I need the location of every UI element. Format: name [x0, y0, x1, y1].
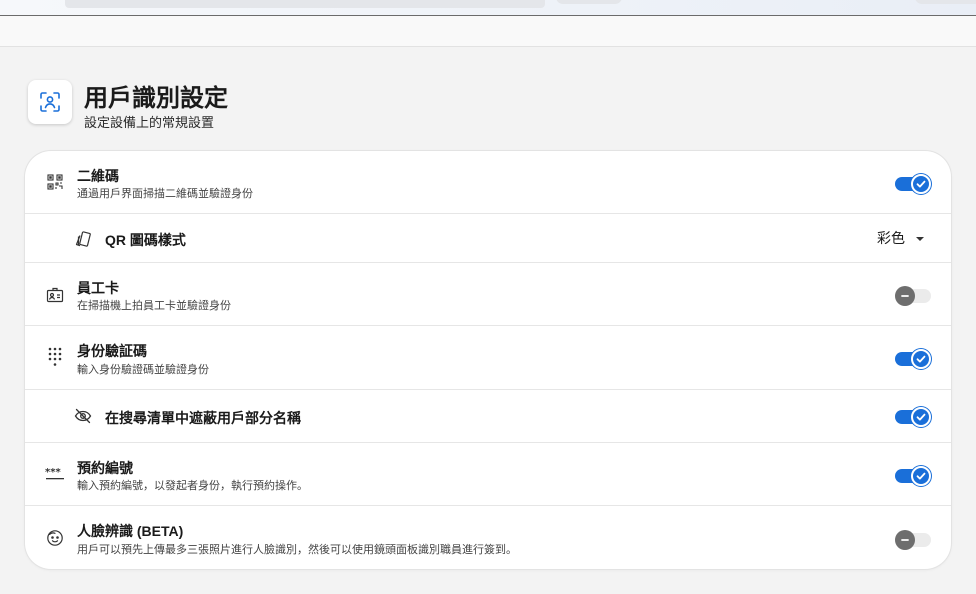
setting-label: 預約編號	[77, 460, 133, 476]
setting-row-badge: 員工卡 在掃描機上拍員工卡並驗證身份	[25, 263, 951, 326]
password-dots-icon: ***	[45, 464, 65, 484]
setting-description: 在掃描機上拍員工卡並驗證身份	[77, 300, 231, 312]
pin-toggle[interactable]	[895, 347, 931, 371]
qr-toggle[interactable]	[895, 172, 931, 196]
setting-row-face: 人臉辨識 (BETA) 用戶可以預先上傳最多三張照片進行人臉識別，然後可以使用鏡…	[25, 506, 951, 569]
mask-names-toggle[interactable]	[895, 405, 931, 429]
setting-label: 人臉辨識 (BETA)	[77, 523, 184, 539]
minus-icon	[895, 286, 915, 306]
minus-icon	[895, 530, 915, 550]
setting-description: 用戶可以預先上傳最多三張照片進行人臉識別，然後可以使用鏡頭面板識別職員進行簽到。	[77, 544, 517, 556]
setting-label: 員工卡	[77, 280, 119, 296]
style-cards-icon	[73, 229, 93, 249]
eye-off-icon	[73, 406, 93, 426]
sub-toolbar	[0, 16, 976, 47]
qr-style-dropdown[interactable]: 彩色	[877, 228, 925, 248]
checkmark-icon	[911, 349, 931, 369]
search-bar[interactable]	[65, 0, 545, 8]
setting-description: 通過用戶界面掃描二維碼並驗證身份	[77, 188, 253, 200]
checkmark-icon	[911, 466, 931, 486]
toolbar-button[interactable]	[556, 0, 622, 4]
booking-toggle[interactable]	[895, 464, 931, 488]
caret-down-icon	[915, 229, 925, 247]
setting-description: 輸入身份驗證碼並驗證身份	[77, 364, 209, 376]
dropdown-value: 彩色	[877, 230, 905, 246]
badge-toggle[interactable]	[895, 284, 931, 308]
setting-label: 在搜尋清單中遮蔽用戶部分名稱	[105, 410, 301, 426]
setting-row-booking: *** 預約編號 輸入預約編號，以發起者身份，執行預約操作。	[25, 443, 951, 506]
setting-label: 二維碼	[77, 168, 119, 184]
checkmark-icon	[911, 174, 931, 194]
id-card-icon	[45, 285, 65, 305]
setting-description: 輸入預約編號，以發起者身份，執行預約操作。	[77, 480, 308, 492]
setting-row-qr: 二維碼 通過用戶界面掃描二維碼並驗證身份	[25, 151, 951, 214]
page-title: 用戶識別設定	[84, 85, 228, 112]
top-toolbar	[0, 0, 976, 16]
qr-code-icon	[45, 172, 65, 192]
setting-row-qr-style: QR 圖碼樣式 彩色	[25, 214, 951, 263]
user-scan-icon	[28, 80, 72, 124]
face-icon	[45, 528, 65, 548]
settings-card: 二維碼 通過用戶界面掃描二維碼並驗證身份 QR 圖碼樣式 彩色 員工卡 在掃描機…	[25, 151, 951, 569]
toolbar-button[interactable]	[915, 0, 976, 4]
page-header: 用戶識別設定 設定設備上的常規設置	[28, 78, 628, 134]
setting-row-pin: 身份驗証碼 輸入身份驗證碼並驗證身份	[25, 326, 951, 390]
svg-text:***: ***	[45, 467, 61, 478]
keypad-icon	[45, 347, 65, 367]
setting-row-mask-names: 在搜尋清單中遮蔽用戶部分名稱	[25, 390, 951, 443]
page-subtitle: 設定設備上的常規設置	[84, 115, 215, 130]
setting-label: 身份驗証碼	[77, 343, 147, 359]
checkmark-icon	[911, 407, 931, 427]
face-toggle[interactable]	[895, 528, 931, 552]
setting-label: QR 圖碼樣式	[105, 232, 186, 248]
